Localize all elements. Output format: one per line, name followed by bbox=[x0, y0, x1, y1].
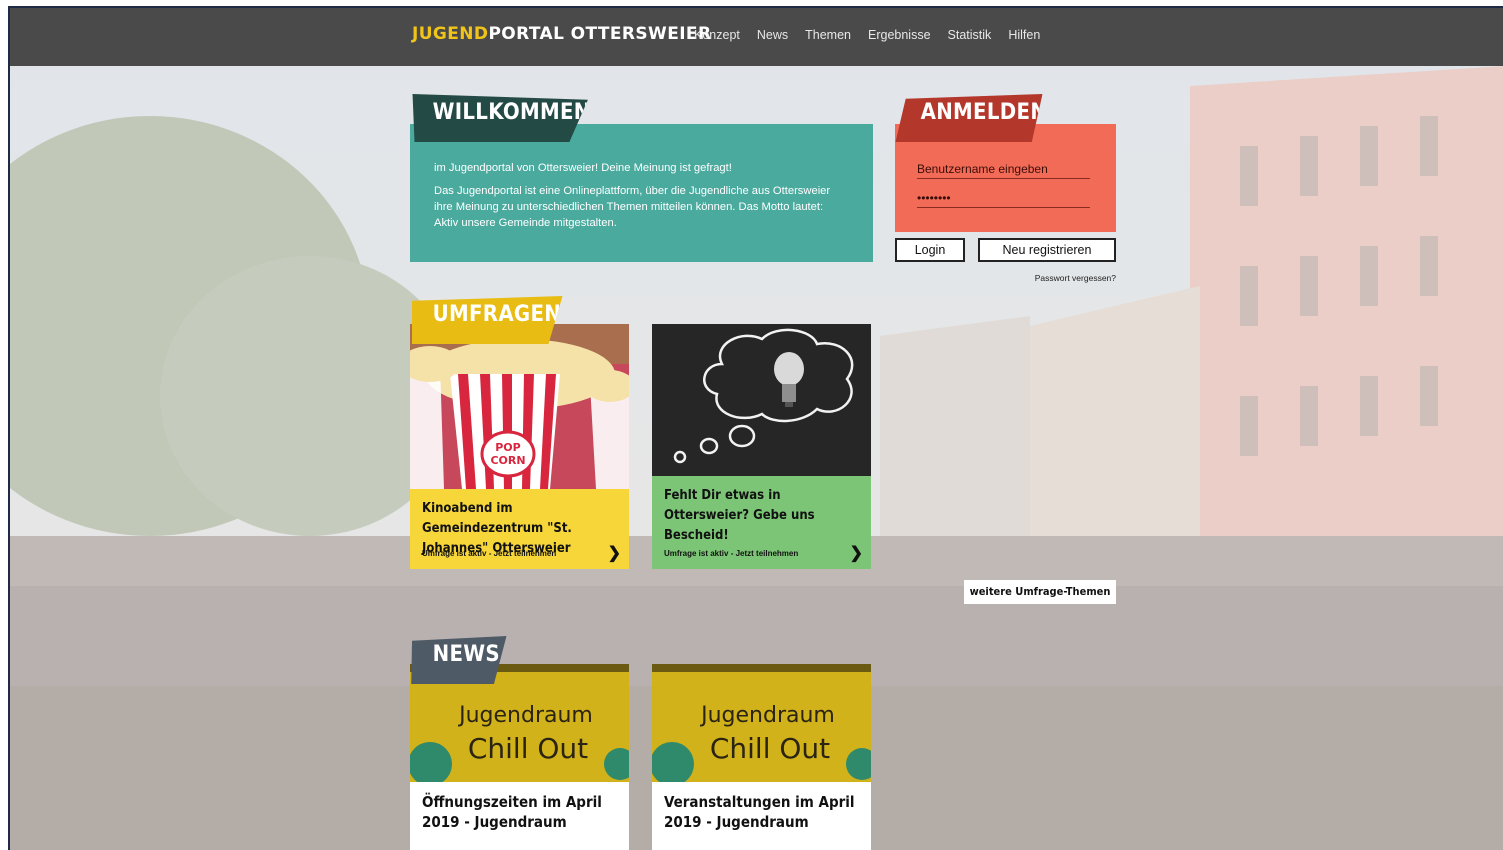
chill-out-text: Chill Out bbox=[468, 732, 588, 765]
welcome-line-2: Das Jugendportal ist eine Onlineplattfor… bbox=[434, 185, 831, 229]
jugendraum-text: Jugendraum bbox=[457, 703, 593, 728]
news-card-veranstaltungen[interactable]: Jugendraum Chill Out Veranstaltungen im … bbox=[652, 664, 871, 850]
username-input[interactable] bbox=[917, 160, 1090, 179]
login-heading: ANMELDEN bbox=[895, 94, 1042, 142]
welcome-panel: im Jugendportal von Ottersweier! Deine M… bbox=[410, 124, 873, 262]
welcome-line-1: im Jugendportal von Ottersweier! Deine M… bbox=[434, 162, 732, 174]
news-card-title: Veranstaltungen im April 2019 - Jugendra… bbox=[664, 793, 855, 831]
nav-link-hilfen[interactable]: Hilfen bbox=[1008, 28, 1040, 42]
survey-status-text: Umfrage ist aktiv - Jetzt teilnehmen bbox=[422, 548, 557, 558]
popcorn-text-2: CORN bbox=[490, 454, 525, 467]
register-button[interactable]: Neu registrieren bbox=[978, 238, 1116, 262]
login-button[interactable]: Login bbox=[895, 238, 965, 262]
jugendraum-image: Jugendraum Chill Out bbox=[652, 664, 871, 782]
browser-viewport: JUGENDPORTAL OTTERSWEIER Konzept News Th… bbox=[8, 6, 1503, 850]
popcorn-text-1: POP bbox=[495, 441, 520, 454]
news-card-oeffnungszeiten[interactable]: Jugendraum Chill Out Öffnungszeiten im A… bbox=[410, 664, 629, 850]
nav-link-ergebnisse[interactable]: Ergebnisse bbox=[868, 28, 931, 42]
jugendraum-text: Jugendraum bbox=[699, 703, 835, 728]
site-logo[interactable]: JUGENDPORTAL OTTERSWEIER bbox=[412, 24, 711, 44]
survey-card-wuensche[interactable]: Fehlt Dir etwas in Ottersweier? Gebe uns… bbox=[652, 324, 871, 569]
password-input[interactable] bbox=[917, 189, 1090, 208]
nav-link-konzept[interactable]: Konzept bbox=[694, 28, 740, 42]
nav-link-statistik[interactable]: Statistik bbox=[948, 28, 992, 42]
survey-card-footer[interactable]: Umfrage ist aktiv - Jetzt teilnehmen ❯ bbox=[664, 543, 863, 563]
survey-card-kinoabend[interactable]: POP CORN Kinoabend im Gemeindezentrum "S… bbox=[410, 324, 629, 569]
top-navigation-bar: JUGENDPORTAL OTTERSWEIER Konzept News Th… bbox=[10, 8, 1503, 66]
nav-link-news[interactable]: News bbox=[757, 28, 788, 42]
survey-card-footer[interactable]: Umfrage ist aktiv - Jetzt teilnehmen ❯ bbox=[422, 543, 621, 563]
chill-out-text: Chill Out bbox=[710, 732, 830, 765]
chevron-right-icon[interactable]: ❯ bbox=[608, 543, 621, 563]
news-card-title: Öffnungszeiten im April 2019 - Jugendrau… bbox=[422, 793, 602, 831]
lightbulb-chalkboard-image bbox=[652, 324, 871, 476]
chevron-right-icon[interactable]: ❯ bbox=[850, 543, 863, 563]
nav-link-themen[interactable]: Themen bbox=[805, 28, 851, 42]
more-surveys-button[interactable]: weitere Umfrage-Themen bbox=[964, 580, 1116, 604]
forgot-password-link[interactable]: Passwort vergessen? bbox=[990, 273, 1116, 283]
logo-highlight: JUGEND bbox=[412, 24, 489, 44]
surveys-heading: UMFRAGEN bbox=[407, 296, 562, 344]
welcome-heading: WILLKOMMEN bbox=[407, 94, 588, 142]
news-heading: NEWS bbox=[407, 636, 506, 684]
logo-text: PORTAL OTTERSWEIER bbox=[488, 24, 712, 44]
survey-card-title: Fehlt Dir etwas in Ottersweier? Gebe uns… bbox=[664, 488, 815, 543]
survey-status-text: Umfrage ist aktiv - Jetzt teilnehmen bbox=[664, 548, 799, 558]
popcorn-image: POP CORN bbox=[410, 324, 629, 489]
main-nav: Konzept News Themen Ergebnisse Statistik… bbox=[694, 28, 1057, 42]
